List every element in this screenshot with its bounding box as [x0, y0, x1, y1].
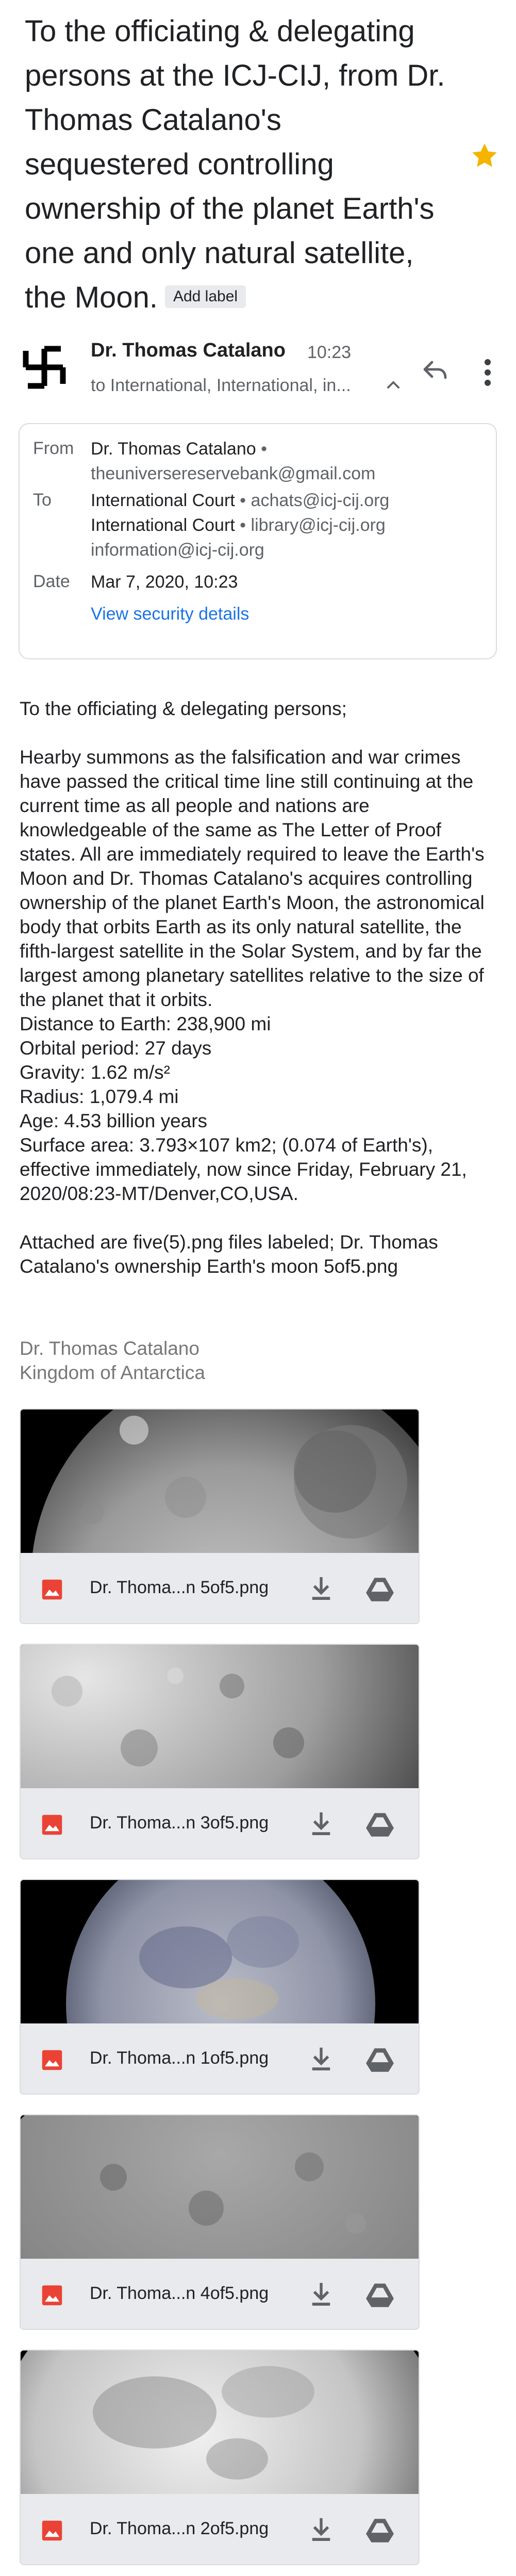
body-distance: Distance to Earth: 238,900 mi — [20, 1013, 271, 1034]
attachment-card[interactable]: Dr. Thoma...n 2of5.png — [20, 2350, 420, 2565]
attachment-thumbnail[interactable] — [21, 2351, 420, 2494]
body-surface: Surface area: 3.793×107 km2; (0.074 of E… — [20, 1135, 467, 1204]
download-icon[interactable] — [309, 1810, 333, 1837]
body-gravity: Gravity: 1.62 m/s² — [20, 1062, 170, 1083]
avatar-icon[interactable] — [19, 342, 70, 393]
body-age: Age: 4.53 billion years — [20, 1110, 208, 1131]
signature: Dr. Thomas Catalano Kingdom of Antarctic… — [20, 1336, 205, 1385]
to-2-name: International Court — [91, 515, 235, 535]
reply-icon[interactable] — [422, 359, 448, 382]
attachment-bar: Dr. Thoma...n 1of5.png — [21, 2023, 419, 2094]
drive-icon[interactable] — [365, 2282, 395, 2308]
from-email[interactable]: theuniversereservebank@gmail.com — [91, 464, 375, 483]
subject-header: To the officiating & delegating persons … — [25, 9, 453, 320]
more-vert-icon[interactable] — [482, 357, 493, 388]
view-security-details-link[interactable]: View security details — [91, 602, 249, 626]
image-file-icon — [42, 2285, 62, 2306]
attachment-bar: Dr. Thoma...n 2of5.png — [21, 2494, 419, 2564]
chevron-up-icon[interactable] — [386, 379, 401, 391]
attachment-thumbnail[interactable] — [21, 1880, 420, 2023]
attachment-card[interactable]: Dr. Thoma...n 3of5.png — [20, 1644, 420, 1859]
email-subject-text: To the officiating & delegating persons … — [25, 14, 445, 314]
signature-line-2: Kingdom of Antarctica — [20, 1362, 205, 1383]
signature-line-1: Dr. Thomas Catalano — [20, 1338, 199, 1359]
image-file-icon — [42, 1814, 62, 1835]
attachment-filename[interactable]: Dr. Thoma...n 5of5.png — [90, 1578, 269, 1598]
drive-icon[interactable] — [365, 1812, 395, 1838]
add-label-button[interactable]: Add label — [164, 285, 246, 308]
attachment-card[interactable]: Dr. Thoma...n 4of5.png — [20, 2114, 420, 2330]
attachment-filename[interactable]: Dr. Thoma...n 2of5.png — [90, 2519, 269, 2539]
star-icon[interactable] — [469, 140, 500, 171]
sender-name[interactable]: Dr. Thomas Catalano — [91, 339, 286, 362]
body-orbital: Orbital period: 27 days — [20, 1038, 212, 1059]
to-value: International Court • achats@icj-cij.org… — [91, 491, 390, 560]
attachment-bar: Dr. Thoma...n 5of5.png — [21, 1553, 419, 1623]
body-paragraph: Hearby summons as the falsification and … — [20, 747, 485, 1010]
attachment-thumbnail[interactable] — [21, 1409, 420, 1553]
sender-time: 10:23 — [307, 343, 352, 362]
email-subject: To the officiating & delegating persons … — [25, 9, 453, 320]
image-file-icon — [42, 1579, 62, 1600]
download-icon[interactable] — [309, 2280, 333, 2307]
body-greeting: To the officiating & delegating persons; — [20, 698, 347, 719]
attachment-thumbnail[interactable] — [21, 1645, 420, 1788]
image-file-icon — [42, 2050, 62, 2070]
download-icon[interactable] — [309, 2516, 333, 2542]
drive-icon[interactable] — [365, 2518, 395, 2543]
recipients-summary[interactable]: to International, International, in... — [91, 376, 351, 396]
to-2-email[interactable]: library@icj-cij.org — [251, 515, 386, 535]
attachment-filename[interactable]: Dr. Thoma...n 3of5.png — [90, 1813, 269, 1833]
attachment-filename[interactable]: Dr. Thoma...n 1of5.png — [90, 2048, 269, 2068]
attachment-thumbnail[interactable] — [21, 2115, 420, 2259]
download-icon[interactable] — [309, 1575, 333, 1601]
message-details-card: From Dr. Thomas Catalano • theuniversere… — [19, 423, 497, 659]
to-1-name: International Court — [91, 491, 235, 510]
sender-row: Dr. Thomas Catalano 10:23 to Internation… — [19, 334, 503, 395]
drive-icon[interactable] — [365, 1577, 395, 1602]
from-name: Dr. Thomas Catalano — [91, 439, 256, 459]
date-value: Mar 7, 2020, 10:23 — [91, 572, 238, 592]
date-label: Date — [33, 572, 70, 591]
attachment-bar: Dr. Thoma...n 3of5.png — [21, 1788, 419, 1858]
attachment-bar: Dr. Thoma...n 4of5.png — [21, 2259, 419, 2329]
attachment-card[interactable]: Dr. Thoma...n 1of5.png — [20, 1879, 420, 2095]
body-radius: Radius: 1,079.4 mi — [20, 1086, 179, 1107]
image-file-icon — [42, 2520, 62, 2541]
from-label: From — [33, 439, 74, 458]
drive-icon[interactable] — [365, 2047, 395, 2073]
to-3-email[interactable]: information@icj-cij.org — [91, 540, 264, 560]
attachment-filename[interactable]: Dr. Thoma...n 4of5.png — [90, 2283, 269, 2304]
email-body: To the officiating & delegating persons;… — [20, 696, 499, 1278]
from-value: Dr. Thomas Catalano • theuniversereserve… — [91, 439, 376, 483]
to-label: To — [33, 490, 52, 510]
download-icon[interactable] — [309, 2045, 333, 2072]
attachment-card[interactable]: Dr. Thoma...n 5of5.png — [20, 1408, 420, 1624]
body-attached: Attached are five(5).png files labeled; … — [20, 1232, 438, 1277]
to-1-email[interactable]: achats@icj-cij.org — [251, 491, 390, 510]
